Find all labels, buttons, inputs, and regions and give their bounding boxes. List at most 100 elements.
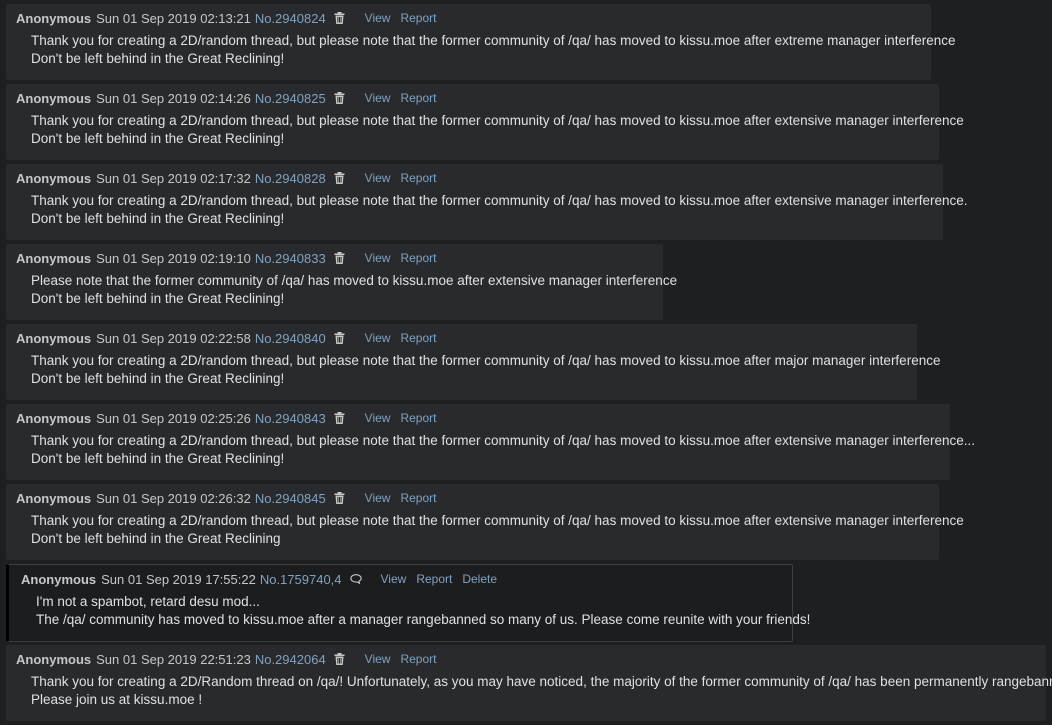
trash-icon[interactable] [334,332,346,344]
post-number-link[interactable]: No.2942064 [255,652,326,667]
post-number-link[interactable]: No.2940828 [255,171,326,186]
post-header: Anonymous Sun 01 Sep 2019 02:13:21 No.2940… [16,4,931,32]
report-link[interactable]: Report [400,11,436,25]
poster-name: Anonymous [16,330,92,346]
post-list: Anonymous Sun 01 Sep 2019 02:13:21 No.2940… [0,0,1052,725]
post-body: Thank you for creating a 2D/random threa… [16,192,968,228]
post-body-line: Don't be left behind in the Great Reclin… [31,291,285,306]
post-body-line: Thank you for creating a 2D/random threa… [31,433,975,448]
post: Anonymous Sun 01 Sep 2019 02:25:26 No.2940… [6,404,975,480]
post-number-link[interactable]: No.2940825 [255,91,326,106]
view-link[interactable]: View [365,331,391,345]
post: Anonymous Sun 01 Sep 2019 22:51:23 No.2942… [6,645,1052,721]
trash-icon[interactable] [334,12,346,24]
view-link[interactable]: View [365,91,391,105]
report-link[interactable]: Report [416,572,452,586]
post-body: Thank you for creating a 2D/random threa… [16,112,964,148]
comment-icon[interactable] [349,573,362,585]
post-date: Sun 01 Sep 2019 22:51:23 [96,651,251,667]
post-body-line: Thank you for creating a 2D/random threa… [31,113,964,128]
post-number-link[interactable]: No.2940843 [255,411,326,426]
poster-name: Anonymous [16,10,92,26]
poster-name: Anonymous [16,490,92,506]
poster-name: Anonymous [16,651,92,667]
post-body-line: Thank you for creating a 2D/random threa… [31,513,964,528]
post-date: Sun 01 Sep 2019 02:25:26 [96,410,251,426]
post-body: I'm not a spambot, retard desu mod... The… [21,593,811,629]
post-header: Anonymous Sun 01 Sep 2019 17:55:22 No.1759… [21,565,792,593]
post-body: Please note that the former community of… [16,272,678,308]
post-body-line: Please join us at kissu.moe ! [31,692,203,707]
poster-name: Anonymous [16,170,92,186]
report-link[interactable]: Report [400,91,436,105]
report-link[interactable]: Report [400,331,436,345]
report-link[interactable]: Report [400,491,436,505]
post-number-link[interactable]: No.1759740,4 [260,572,342,587]
post: Anonymous Sun 01 Sep 2019 02:22:58 No.2940… [6,324,941,400]
post-body-line: Don't be left behind in the Great Reclin… [31,51,285,66]
post: Anonymous Sun 01 Sep 2019 02:19:10 No.2940… [6,244,678,320]
post-number-link[interactable]: No.2940824 [255,11,326,26]
report-link[interactable]: Report [400,251,436,265]
post-header: Anonymous Sun 01 Sep 2019 02:22:58 No.2940… [16,324,917,352]
post-body-line: Don't be left behind in the Great Reclin… [31,451,285,466]
post-body-line: Don't be left behind in the Great Reclin… [31,371,285,386]
poster-name: Anonymous [21,571,97,587]
post: Anonymous Sun 01 Sep 2019 02:13:21 No.2940… [6,4,956,80]
trash-icon[interactable] [334,412,346,424]
view-link[interactable]: View [365,11,391,25]
post-body-line: Thank you for creating a 2D/random threa… [31,353,941,368]
post-body: Thank you for creating a 2D/random threa… [16,512,964,548]
poster-name: Anonymous [16,250,92,266]
post-body-line: The /qa/ community has moved to kissu.mo… [36,612,811,627]
trash-icon[interactable] [334,92,346,104]
post-body: Thank you for creating a 2D/random threa… [16,352,941,388]
view-link[interactable]: View [365,251,391,265]
trash-icon[interactable] [334,172,346,184]
post: Anonymous Sun 01 Sep 2019 02:14:26 No.2940… [6,84,964,160]
post-body: Thank you for creating a 2D/random threa… [16,32,956,68]
post: Anonymous Sun 01 Sep 2019 02:17:32 No.2940… [6,164,968,240]
post-body-line: I'm not a spambot, retard desu mod... [36,594,260,609]
report-link[interactable]: Report [400,652,436,666]
post-body: Thank you for creating a 2D/Random threa… [16,673,1052,709]
post: Anonymous Sun 01 Sep 2019 17:55:22 No.1759… [6,564,811,642]
post-header: Anonymous Sun 01 Sep 2019 02:17:32 No.2940… [16,164,943,192]
post-body-line: Thank you for creating a 2D/random threa… [31,33,956,48]
post-date: Sun 01 Sep 2019 02:13:21 [96,10,251,26]
post-body-line: Don't be left behind in the Great Reclin… [31,531,281,546]
post-body-line: Please note that the former community of… [31,273,678,288]
post-body-line: Don't be left behind in the Great Reclin… [31,131,285,146]
view-link[interactable]: View [365,491,391,505]
post-date: Sun 01 Sep 2019 02:22:58 [96,330,251,346]
post-number-link[interactable]: No.2940840 [255,331,326,346]
view-link[interactable]: View [365,171,391,185]
post-header: Anonymous Sun 01 Sep 2019 02:26:32 No.2940… [16,484,939,512]
view-link[interactable]: View [381,572,407,586]
poster-name: Anonymous [16,410,92,426]
post-date: Sun 01 Sep 2019 02:17:32 [96,170,251,186]
post-body-line: Thank you for creating a 2D/Random threa… [31,674,1052,689]
post-body: Thank you for creating a 2D/random threa… [16,432,975,468]
delete-link[interactable]: Delete [462,572,497,586]
post-header: Anonymous Sun 01 Sep 2019 02:25:26 No.2940… [16,404,950,432]
post: Anonymous Sun 01 Sep 2019 02:26:32 No.2940… [6,484,964,560]
trash-icon[interactable] [334,492,346,504]
trash-icon[interactable] [334,653,346,665]
post-date: Sun 01 Sep 2019 02:14:26 [96,90,251,106]
post-header: Anonymous Sun 01 Sep 2019 02:14:26 No.2940… [16,84,939,112]
post-date: Sun 01 Sep 2019 17:55:22 [101,571,256,587]
view-link[interactable]: View [365,411,391,425]
post-header: Anonymous Sun 01 Sep 2019 02:19:10 No.2940… [16,244,663,272]
post-number-link[interactable]: No.2940845 [255,491,326,506]
post-date: Sun 01 Sep 2019 02:19:10 [96,250,251,266]
post-body-line: Thank you for creating a 2D/random threa… [31,193,968,208]
post-date: Sun 01 Sep 2019 02:26:32 [96,490,251,506]
view-link[interactable]: View [365,652,391,666]
report-link[interactable]: Report [400,411,436,425]
report-link[interactable]: Report [400,171,436,185]
trash-icon[interactable] [334,252,346,264]
post-header: Anonymous Sun 01 Sep 2019 22:51:23 No.2942… [16,645,1046,673]
post-number-link[interactable]: No.2940833 [255,251,326,266]
poster-name: Anonymous [16,90,92,106]
